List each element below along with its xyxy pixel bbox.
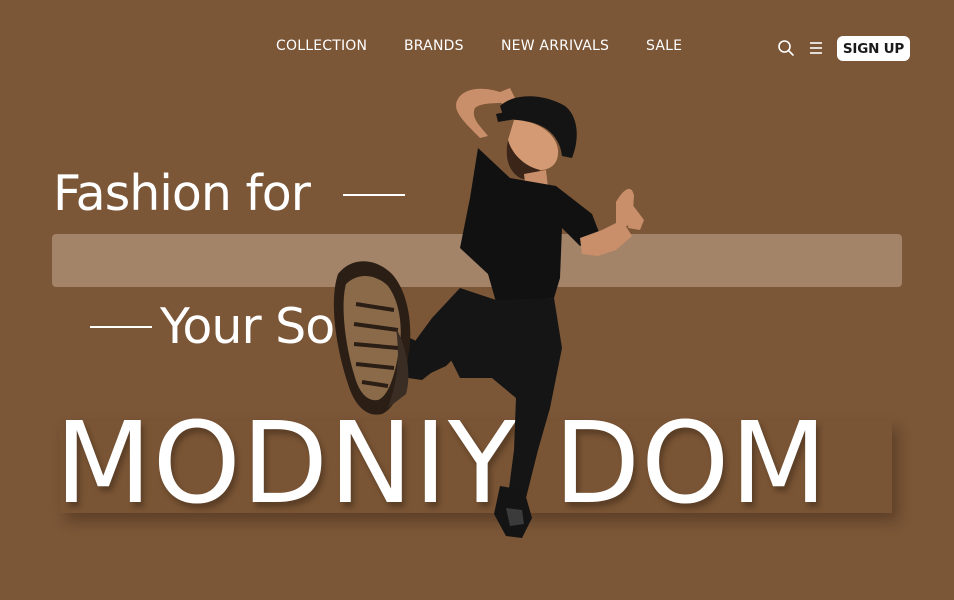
nav-link-brands[interactable]: BRANDS	[404, 38, 464, 54]
nav-link-sale[interactable]: SALE	[646, 38, 682, 54]
nav-link-new-arrivals[interactable]: NEW ARRIVALS	[501, 38, 609, 54]
nav-link-collection[interactable]: COLLECTION	[276, 38, 367, 54]
sign-up-button[interactable]: SIGN UP	[837, 36, 910, 61]
menu-icon[interactable]	[808, 40, 824, 56]
hero-model-image	[333, 88, 644, 538]
headline-divider-2	[90, 326, 152, 328]
search-icon[interactable]	[777, 39, 795, 57]
hero-headline-line-1: Fashion for	[53, 165, 311, 222]
